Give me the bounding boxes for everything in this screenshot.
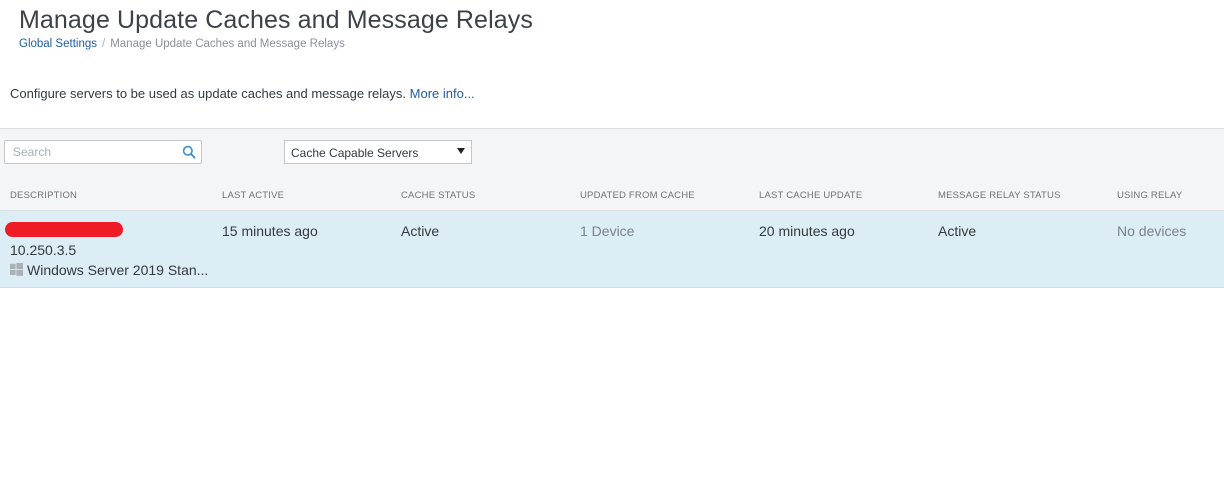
page-title: Manage Update Caches and Message Relays bbox=[19, 6, 533, 34]
table-row[interactable]: 10.250.3.5 Windows Server 2019 Stan... 1… bbox=[0, 211, 1224, 288]
column-header-message-relay-status[interactable]: MESSAGE RELAY STATUS bbox=[938, 190, 1061, 201]
search-input[interactable] bbox=[13, 144, 178, 160]
breadcrumb: Global Settings / Manage Update Caches and… bbox=[19, 38, 345, 50]
search-icon[interactable] bbox=[182, 145, 196, 159]
windows-icon bbox=[10, 263, 23, 276]
column-header-last-active[interactable]: LAST ACTIVE bbox=[222, 190, 284, 201]
breadcrumb-separator: / bbox=[102, 38, 106, 50]
breadcrumb-global-settings-link[interactable]: Global Settings bbox=[19, 38, 97, 50]
server-ip-address: 10.250.3.5 bbox=[10, 242, 77, 258]
filter-toolbar: Cache Capable Servers bbox=[0, 128, 1224, 181]
cell-using-relay: No devices bbox=[1117, 223, 1187, 239]
cell-last-cache-update: 20 minutes ago bbox=[759, 223, 855, 239]
column-header-using-relay[interactable]: USING RELAY bbox=[1117, 190, 1182, 201]
redacted-server-name bbox=[5, 222, 123, 237]
column-header-last-cache-update[interactable]: LAST CACHE UPDATE bbox=[759, 190, 862, 201]
column-header-description[interactable]: DESCRIPTION bbox=[10, 190, 77, 201]
server-os-label: Windows Server 2019 Stan... bbox=[27, 262, 208, 278]
more-info-link[interactable]: More info... bbox=[410, 86, 475, 101]
column-header-cache-status[interactable]: CACHE STATUS bbox=[401, 190, 475, 201]
cell-message-relay-status: Active bbox=[938, 223, 977, 239]
intro-text-block: Configure servers to be used as update c… bbox=[10, 86, 475, 101]
cell-last-active: 15 minutes ago bbox=[222, 223, 318, 239]
table-header: DESCRIPTION LAST ACTIVE CACHE STATUS UPD… bbox=[0, 180, 1224, 211]
cell-cache-status: Active bbox=[401, 223, 440, 239]
breadcrumb-current: Manage Update Caches and Message Relays bbox=[110, 38, 345, 50]
server-filter-selected: Cache Capable Servers bbox=[291, 146, 419, 160]
server-os: Windows Server 2019 Stan... bbox=[10, 262, 208, 278]
chevron-down-icon bbox=[457, 148, 465, 154]
server-filter-dropdown[interactable]: Cache Capable Servers bbox=[284, 140, 472, 164]
search-box bbox=[4, 140, 202, 164]
column-header-updated-from-cache[interactable]: UPDATED FROM CACHE bbox=[580, 190, 695, 201]
intro-text: Configure servers to be used as update c… bbox=[10, 86, 407, 101]
cell-updated-from-cache[interactable]: 1 Device bbox=[580, 223, 634, 239]
